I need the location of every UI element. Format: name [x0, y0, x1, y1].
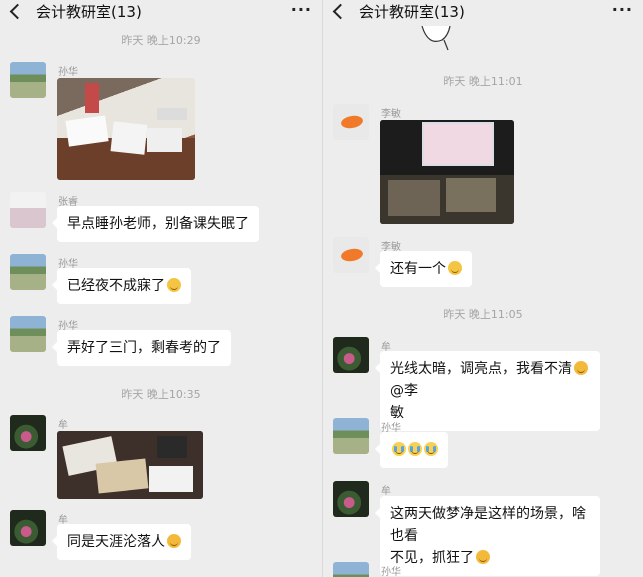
- sender-name: 孙华: [381, 567, 401, 577]
- message-bubble[interactable]: 还有一个: [375, 251, 472, 287]
- message-text: 不见，抓狂了: [390, 550, 474, 566]
- message-text: 已经夜不成寐了: [67, 278, 165, 294]
- screen-photo: [380, 120, 514, 224]
- desk-photo: [57, 83, 195, 180]
- image-message[interactable]: [57, 431, 203, 499]
- image-message[interactable]: [380, 120, 514, 224]
- thinking-face-icon: [167, 278, 181, 292]
- avatar[interactable]: [333, 562, 369, 577]
- more-dots-icon[interactable]: ···: [612, 0, 633, 19]
- message-text: 弄好了三门，剩春考的了: [67, 340, 221, 356]
- chevron-left-icon[interactable]: [9, 3, 26, 20]
- thinking-face-icon: [448, 261, 462, 275]
- avatar[interactable]: [10, 510, 46, 546]
- chat-title: 会计教研室(13): [359, 3, 465, 21]
- avatar[interactable]: [10, 415, 46, 451]
- message-text: 还有一个: [390, 261, 446, 277]
- chat-title: 会计教研室(13): [36, 3, 142, 21]
- sender-name: 牟: [58, 420, 68, 431]
- avatar[interactable]: [333, 418, 369, 454]
- message-bubble[interactable]: 光线太暗，调亮点，我看不清@李 敏: [375, 351, 600, 431]
- message-bubble[interactable]: [375, 432, 448, 468]
- avatar[interactable]: [333, 337, 369, 373]
- image-message[interactable]: [57, 78, 195, 180]
- sticker-message[interactable]: [418, 25, 454, 52]
- sticker-image: [421, 25, 451, 51]
- message-text: 这两天做梦净是这样的场景，啥也看: [390, 506, 586, 544]
- timestamp: 昨天 晚上11:05: [443, 308, 523, 321]
- avatar[interactable]: [10, 254, 46, 290]
- message-text: 早点睡孙老师，别备课失眠了: [67, 216, 249, 232]
- crying-face-icon: [392, 442, 406, 456]
- message-text: 光线太暗，调亮点，我看不清: [390, 361, 572, 377]
- chevron-left-icon[interactable]: [332, 3, 349, 20]
- message-bubble[interactable]: 弄好了三门，剩春考的了: [52, 330, 231, 366]
- sender-name: 李敏: [381, 109, 401, 120]
- message-bubble[interactable]: 已经夜不成寐了: [52, 268, 191, 304]
- message-text: 同是天涯沦落人: [67, 534, 165, 550]
- timestamp: 昨天 晚上11:01: [443, 75, 523, 88]
- chat-panel-right: 会计教研室(13) ··· 昨天 晚上11:01 李敏 李敏 还有一个 昨天 晚…: [323, 0, 643, 577]
- grinning-sweat-face-icon: [574, 361, 588, 375]
- timestamp: 昨天 晚上10:29: [121, 34, 201, 47]
- timestamp: 昨天 晚上10:35: [121, 388, 201, 401]
- chat-header: 会计教研室(13) ···: [323, 0, 643, 26]
- avatar[interactable]: [10, 192, 46, 228]
- crying-face-icon: [424, 442, 438, 456]
- avatar[interactable]: [333, 481, 369, 517]
- desk-photo: [57, 431, 203, 499]
- grinning-sweat-face-icon: [167, 534, 181, 548]
- avatar[interactable]: [10, 316, 46, 352]
- chat-header: 会计教研室(13) ···: [0, 0, 322, 26]
- message-bubble[interactable]: 早点睡孙老师，别备课失眠了: [52, 206, 259, 242]
- more-dots-icon[interactable]: ···: [291, 0, 312, 19]
- sender-name: 孙华: [58, 67, 78, 78]
- avatar[interactable]: [333, 237, 369, 273]
- message-bubble[interactable]: 这两天做梦净是这样的场景，啥也看 不见，抓狂了: [375, 496, 600, 576]
- message-bubble[interactable]: 同是天涯沦落人: [52, 524, 191, 560]
- mention-link[interactable]: @李: [390, 383, 418, 399]
- avatar[interactable]: [10, 62, 46, 98]
- crying-face-icon: [408, 442, 422, 456]
- grinning-sweat-face-icon: [476, 550, 490, 564]
- avatar[interactable]: [333, 104, 369, 140]
- chat-panel-left: 会计教研室(13) ··· 昨天 晚上10:29 孙华 张睿 早点睡孙老师，别备…: [0, 0, 322, 577]
- sender-name: 牟: [381, 486, 391, 497]
